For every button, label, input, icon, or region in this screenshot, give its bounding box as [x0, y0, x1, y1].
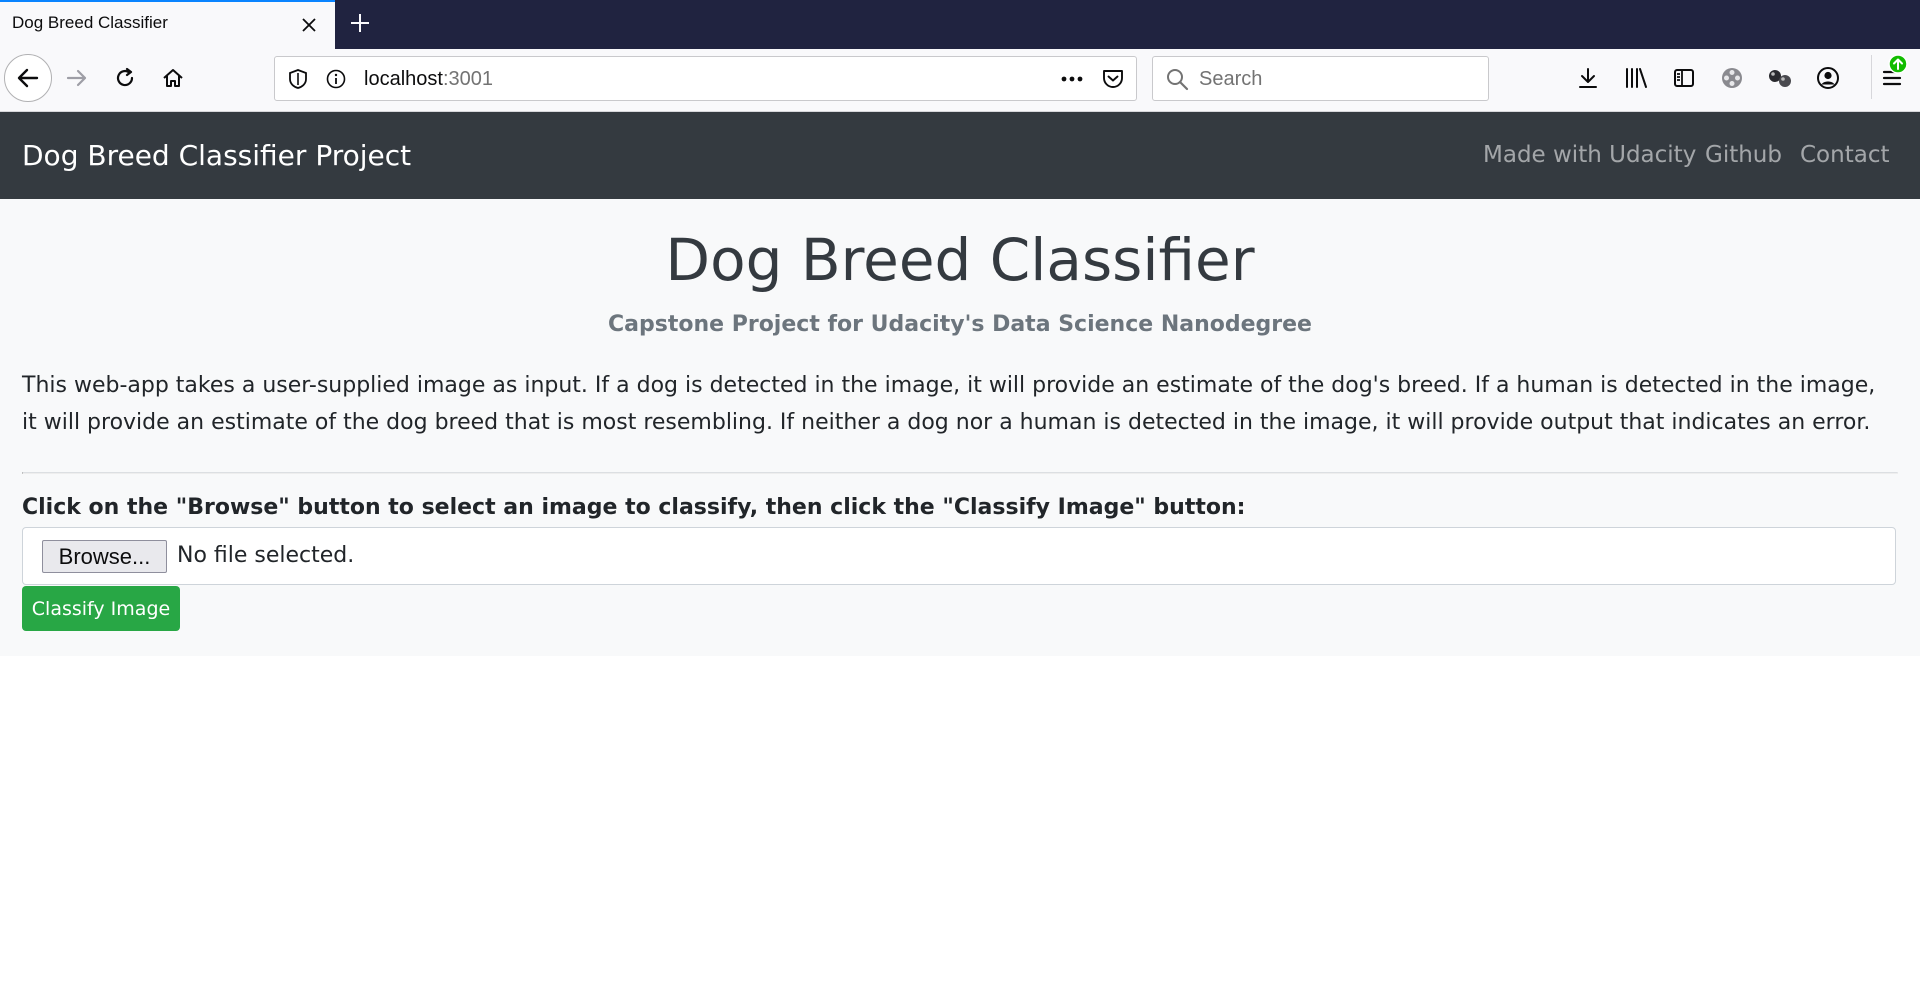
back-icon[interactable] — [4, 54, 52, 102]
tab-title: Dog Breed Classifier — [12, 13, 168, 32]
search-bar[interactable]: Search — [1152, 56, 1489, 101]
toolbar-separator — [1871, 55, 1872, 99]
account-icon[interactable] — [1811, 61, 1845, 95]
new-tab-icon[interactable] — [345, 8, 375, 38]
page-subtitle: Capstone Project for Udacity's Data Scie… — [608, 312, 1312, 337]
search-placeholder: Search — [1199, 68, 1263, 90]
extension-film-icon[interactable] — [1715, 61, 1749, 95]
browser-toolbar: localhost:3001 Search — [0, 49, 1920, 112]
divider — [22, 472, 1898, 474]
nav-link-github[interactable]: Github — [1705, 142, 1782, 168]
library-icon[interactable] — [1619, 61, 1653, 95]
pocket-icon[interactable] — [1101, 68, 1125, 94]
update-available-icon[interactable] — [1888, 54, 1908, 78]
nav-link-made-with-udacity[interactable]: Made with Udacity — [1483, 142, 1696, 168]
url-port: :3001 — [442, 68, 493, 90]
sidebar-icon[interactable] — [1667, 61, 1701, 95]
url-host: localhost — [364, 68, 443, 90]
brand-link[interactable]: Dog Breed Classifier Project — [22, 139, 411, 172]
upload-instruction: Click on the "Browse" button to select a… — [22, 495, 1246, 520]
nav-link-contact[interactable]: Contact — [1800, 142, 1889, 168]
tab-active[interactable]: Dog Breed Classifier — [0, 0, 335, 49]
search-icon — [1165, 67, 1189, 95]
site-info-icon[interactable] — [325, 68, 347, 94]
tracking-shield-icon[interactable] — [287, 68, 309, 94]
classify-image-button[interactable]: Classify Image — [22, 586, 180, 631]
tab-strip: Dog Breed Classifier — [0, 0, 1920, 49]
page-actions-icon[interactable] — [1059, 68, 1085, 94]
browse-button[interactable]: Browse... — [42, 540, 167, 573]
extension-spheres-icon[interactable] — [1763, 61, 1797, 95]
url-bar[interactable]: localhost:3001 — [274, 56, 1137, 101]
site-navbar: Dog Breed Classifier Project Made with U… — [0, 112, 1920, 199]
url-text[interactable]: localhost:3001 — [364, 68, 493, 91]
file-status: No file selected. — [177, 543, 355, 568]
file-input[interactable]: Browse... No file selected. — [22, 527, 1896, 585]
forward-icon[interactable] — [60, 61, 94, 95]
home-icon[interactable] — [156, 61, 190, 95]
description-text: This web-app takes a user-supplied image… — [22, 373, 1876, 435]
reload-icon[interactable] — [108, 61, 142, 95]
page-title: Dog Breed Classifier — [665, 226, 1255, 294]
close-tab-icon[interactable] — [296, 12, 322, 38]
downloads-icon[interactable] — [1571, 61, 1605, 95]
